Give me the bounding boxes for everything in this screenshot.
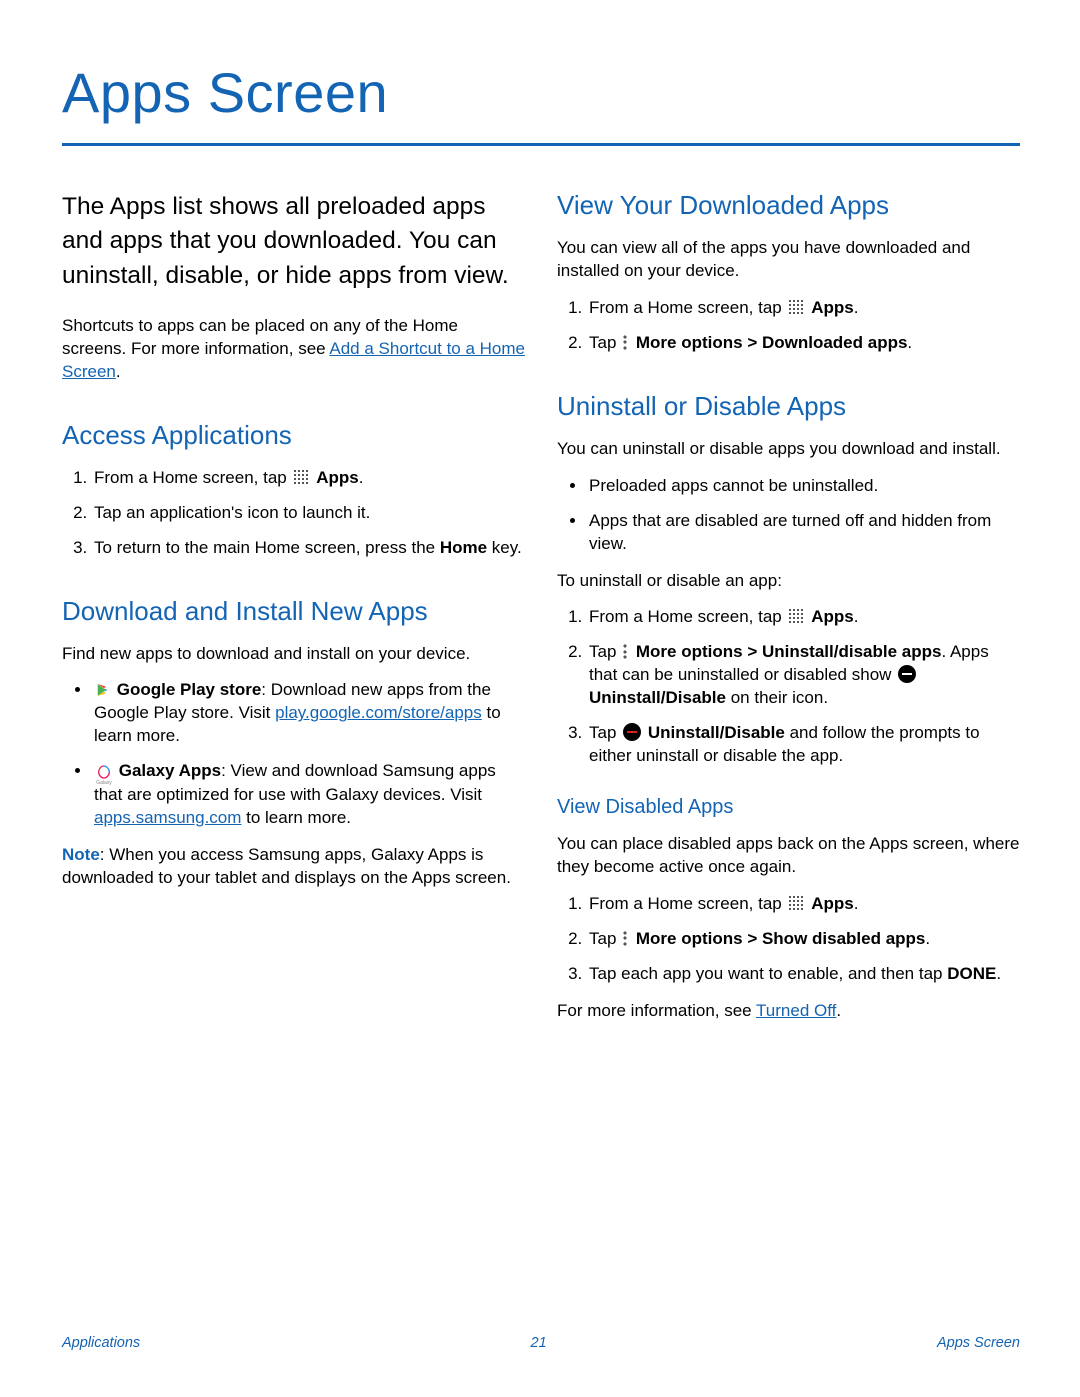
galaxy-apps-link[interactable]: apps.samsung.com [94, 808, 241, 827]
list-item: To return to the main Home screen, press… [92, 537, 525, 560]
more-options-icon [622, 334, 628, 350]
play-store-link[interactable]: play.google.com/store/apps [275, 703, 482, 722]
galaxy-apps-icon: Galaxy [96, 764, 112, 784]
list-item: Apps that are disabled are turned off an… [587, 510, 1020, 556]
heading-access-applications: Access Applications [62, 420, 525, 451]
uninstall-steps: From a Home screen, tap Apps. Tap More o… [557, 606, 1020, 768]
footer-right: Apps Screen [937, 1335, 1020, 1351]
heading-view-disabled: View Disabled Apps [557, 796, 1020, 819]
view-disabled-steps: From a Home screen, tap Apps. Tap More o… [557, 893, 1020, 986]
note-label: Note [62, 845, 100, 864]
list-item: From a Home screen, tap Apps. [587, 606, 1020, 629]
footer-left: Applications [62, 1335, 140, 1351]
list-item: Tap an application's icon to launch it. [92, 502, 525, 525]
two-column-layout: The Apps list shows all preloaded apps a… [62, 190, 1020, 1037]
list-item: Tap Uninstall/Disable and follow the pro… [587, 722, 1020, 768]
download-note: Note: When you access Samsung apps, Gala… [62, 844, 525, 890]
list-item: Tap More options > Uninstall/disable app… [587, 641, 1020, 710]
list-item: From a Home screen, tap Apps. [92, 467, 525, 490]
view-downloaded-intro: You can view all of the apps you have do… [557, 237, 1020, 283]
heading-download-install: Download and Install New Apps [62, 596, 525, 627]
more-options-icon [622, 643, 628, 659]
list-item: Preloaded apps cannot be uninstalled. [587, 475, 1020, 498]
uninstall-disable-icon [898, 665, 916, 683]
apps-grid-icon [788, 608, 804, 624]
list-item: Tap each app you want to enable, and the… [587, 963, 1020, 986]
right-column: View Your Downloaded Apps You can view a… [557, 190, 1020, 1037]
title-rule [62, 143, 1020, 146]
shortcuts-paragraph: Shortcuts to apps can be placed on any o… [62, 315, 525, 384]
footer-page-number: 21 [531, 1335, 547, 1351]
uninstall-disable-icon [623, 723, 641, 741]
more-options-icon [622, 930, 628, 946]
uninstall-bullets: Preloaded apps cannot be uninstalled. Ap… [557, 475, 1020, 556]
period: . [116, 362, 121, 381]
heading-uninstall-disable: Uninstall or Disable Apps [557, 391, 1020, 422]
apps-grid-icon [788, 895, 804, 911]
list-item: From a Home screen, tap Apps. [587, 893, 1020, 916]
download-intro: Find new apps to download and install on… [62, 643, 525, 666]
uninstall-intro: You can uninstall or disable apps you do… [557, 438, 1020, 461]
heading-view-downloaded: View Your Downloaded Apps [557, 190, 1020, 221]
apps-grid-icon [293, 469, 309, 485]
google-play-icon [96, 681, 110, 695]
list-item: Tap More options > Downloaded apps. [587, 332, 1020, 355]
uninstall-subintro: To uninstall or disable an app: [557, 570, 1020, 593]
list-item: Tap More options > Show disabled apps. [587, 928, 1020, 951]
page-title: Apps Screen [62, 60, 1020, 125]
download-bullets: Google Play store: Download new apps fro… [62, 679, 525, 830]
turned-off-link[interactable]: Turned Off [756, 1001, 836, 1020]
view-disabled-outro: For more information, see Turned Off. [557, 1000, 1020, 1023]
view-disabled-intro: You can place disabled apps back on the … [557, 833, 1020, 879]
list-item: From a Home screen, tap Apps. [587, 297, 1020, 320]
page-footer: Applications 21 Apps Screen [62, 1335, 1020, 1351]
access-steps: From a Home screen, tap Apps. Tap an app… [62, 467, 525, 560]
page-content: Apps Screen The Apps list shows all prel… [0, 0, 1080, 1037]
list-item: Google Play store: Download new apps fro… [92, 679, 525, 748]
list-item: Galaxy Galaxy Apps: View and download Sa… [92, 760, 525, 830]
left-column: The Apps list shows all preloaded apps a… [62, 190, 525, 1037]
view-downloaded-steps: From a Home screen, tap Apps. Tap More o… [557, 297, 1020, 355]
apps-grid-icon [788, 299, 804, 315]
intro-paragraph: The Apps list shows all preloaded apps a… [62, 190, 525, 293]
